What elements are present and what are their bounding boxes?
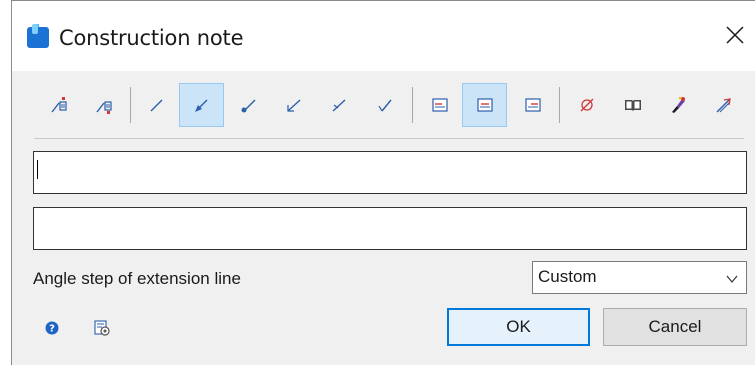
leader-line-plain-icon <box>150 99 162 112</box>
leader-open-arrow-button[interactable] <box>271 83 316 127</box>
leader-line-dot-icon <box>241 99 255 113</box>
leader-line-tick-icon <box>332 99 345 112</box>
insert-note-after-button[interactable] <box>81 83 126 127</box>
help-button[interactable]: ? <box>41 317 63 339</box>
angle-step-select[interactable]: Custom <box>532 261 747 294</box>
diameter-symbol-icon <box>580 98 593 112</box>
insert-note-before-button[interactable] <box>36 83 81 127</box>
leader-line-arrow-icon <box>194 99 207 112</box>
settings-button[interactable] <box>91 317 113 339</box>
angle-step-value: Custom <box>538 267 597 286</box>
angle-step-label: Angle step of extension line <box>33 269 241 288</box>
toolbar-separator <box>559 87 560 123</box>
ok-button-label: OK <box>506 317 531 336</box>
diameter-symbol-button[interactable] <box>564 83 609 127</box>
insert-note-after-icon <box>95 101 112 114</box>
settings-icon <box>94 320 110 336</box>
symbol-library-icon <box>624 100 641 111</box>
text-caret <box>37 160 38 179</box>
help-icon: ? <box>45 321 59 335</box>
cancel-button[interactable]: Cancel <box>603 308 747 346</box>
note-line-2-input[interactable] <box>33 207 747 250</box>
leader-hook-button[interactable] <box>362 83 407 127</box>
ok-button[interactable]: OK <box>447 308 590 346</box>
align-left-button[interactable] <box>417 83 462 127</box>
align-right-icon <box>524 98 541 112</box>
close-button[interactable] <box>715 17 755 55</box>
toolbar <box>12 73 755 139</box>
cancel-button-label: Cancel <box>648 317 702 336</box>
chevron-down-icon <box>726 275 738 283</box>
toolbar-divider <box>34 138 744 139</box>
color-brush-button[interactable] <box>655 83 700 127</box>
align-center-button[interactable] <box>462 83 507 127</box>
align-right-button[interactable] <box>510 83 555 127</box>
leader-line-hook-icon <box>377 99 392 112</box>
leader-line-open-arrow-icon <box>286 99 300 112</box>
pick-text-icon <box>716 98 731 113</box>
symbol-library-button[interactable] <box>610 83 655 127</box>
color-brush-icon <box>671 96 685 113</box>
align-left-icon <box>431 98 448 112</box>
toolbar-separator <box>130 87 131 123</box>
leader-tick-button[interactable] <box>316 83 361 127</box>
pick-text-button[interactable] <box>701 83 746 127</box>
title-bar: Construction note <box>12 1 755 71</box>
app-logo-icon <box>27 24 49 48</box>
leader-dot-button[interactable] <box>226 83 271 127</box>
close-icon <box>726 26 744 44</box>
toolbar-separator <box>412 87 413 123</box>
insert-note-before-icon <box>50 97 67 113</box>
svg-text:?: ? <box>49 324 55 335</box>
leader-plain-button[interactable] <box>134 83 179 127</box>
note-line-1-input[interactable] <box>33 151 747 194</box>
construction-note-dialog: Construction note Angle step of extensio… <box>11 0 755 365</box>
align-center-icon <box>476 98 493 112</box>
leader-arrow-button[interactable] <box>179 83 224 127</box>
window-title: Construction note <box>59 26 244 50</box>
